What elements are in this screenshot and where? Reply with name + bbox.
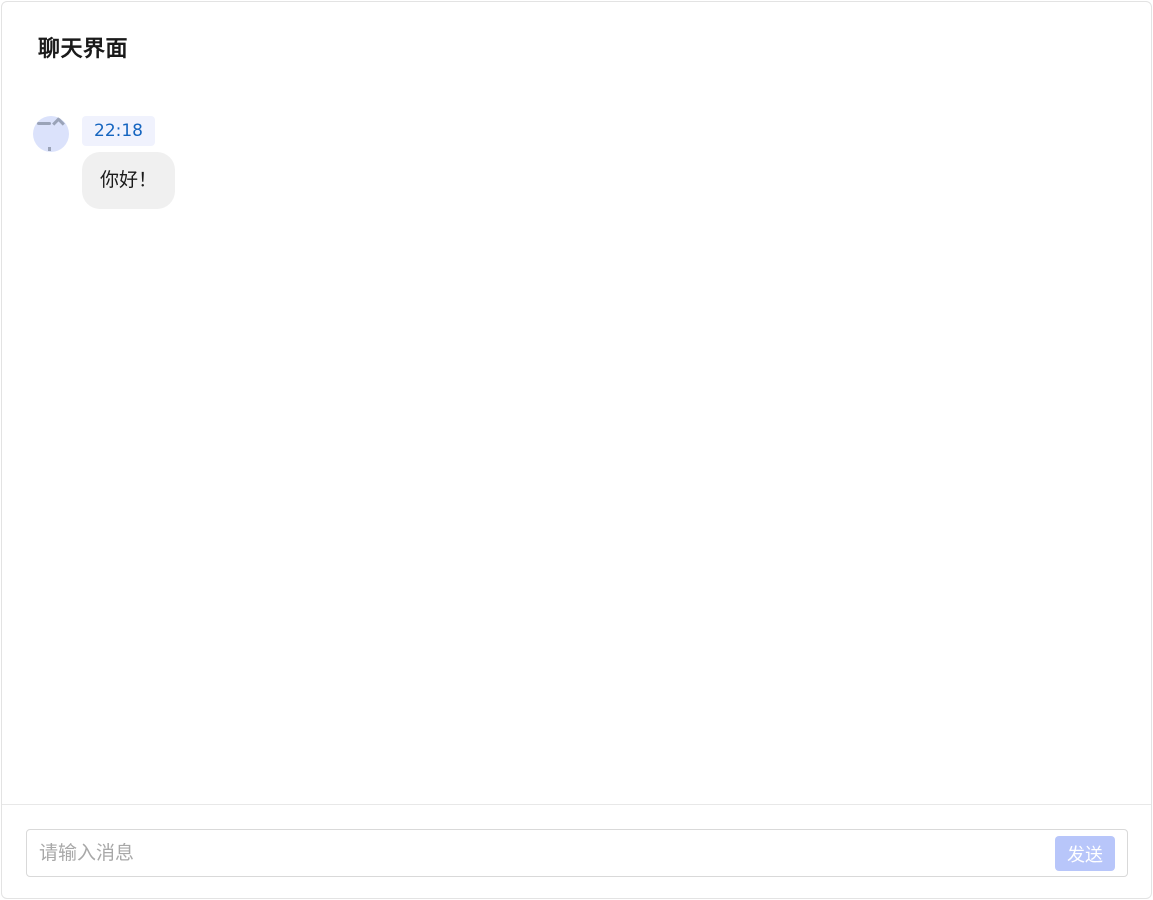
avatar-left-eye [37, 122, 51, 125]
message-composer: 发送 [26, 829, 1128, 877]
composer-divider [2, 804, 1151, 805]
chat-header: 聊天界面 [38, 30, 128, 64]
message-body: 22:18 你好！ [82, 116, 176, 209]
message-bubble: 你好！ [82, 152, 176, 209]
message-list[interactable]: 22:18 你好！ [2, 82, 1151, 802]
avatar-right-eye [52, 117, 65, 130]
message-item: 22:18 你好！ [33, 116, 176, 209]
send-button[interactable]: 发送 [1055, 836, 1115, 871]
chat-window: 聊天界面 22:18 你好！ 发送 [1, 1, 1152, 899]
avatar-mouth [48, 147, 51, 151]
message-timestamp: 22:18 [82, 116, 155, 146]
page-title: 聊天界面 [38, 37, 129, 62]
user-avatar-icon[interactable] [33, 116, 69, 152]
message-input[interactable] [27, 830, 1047, 876]
